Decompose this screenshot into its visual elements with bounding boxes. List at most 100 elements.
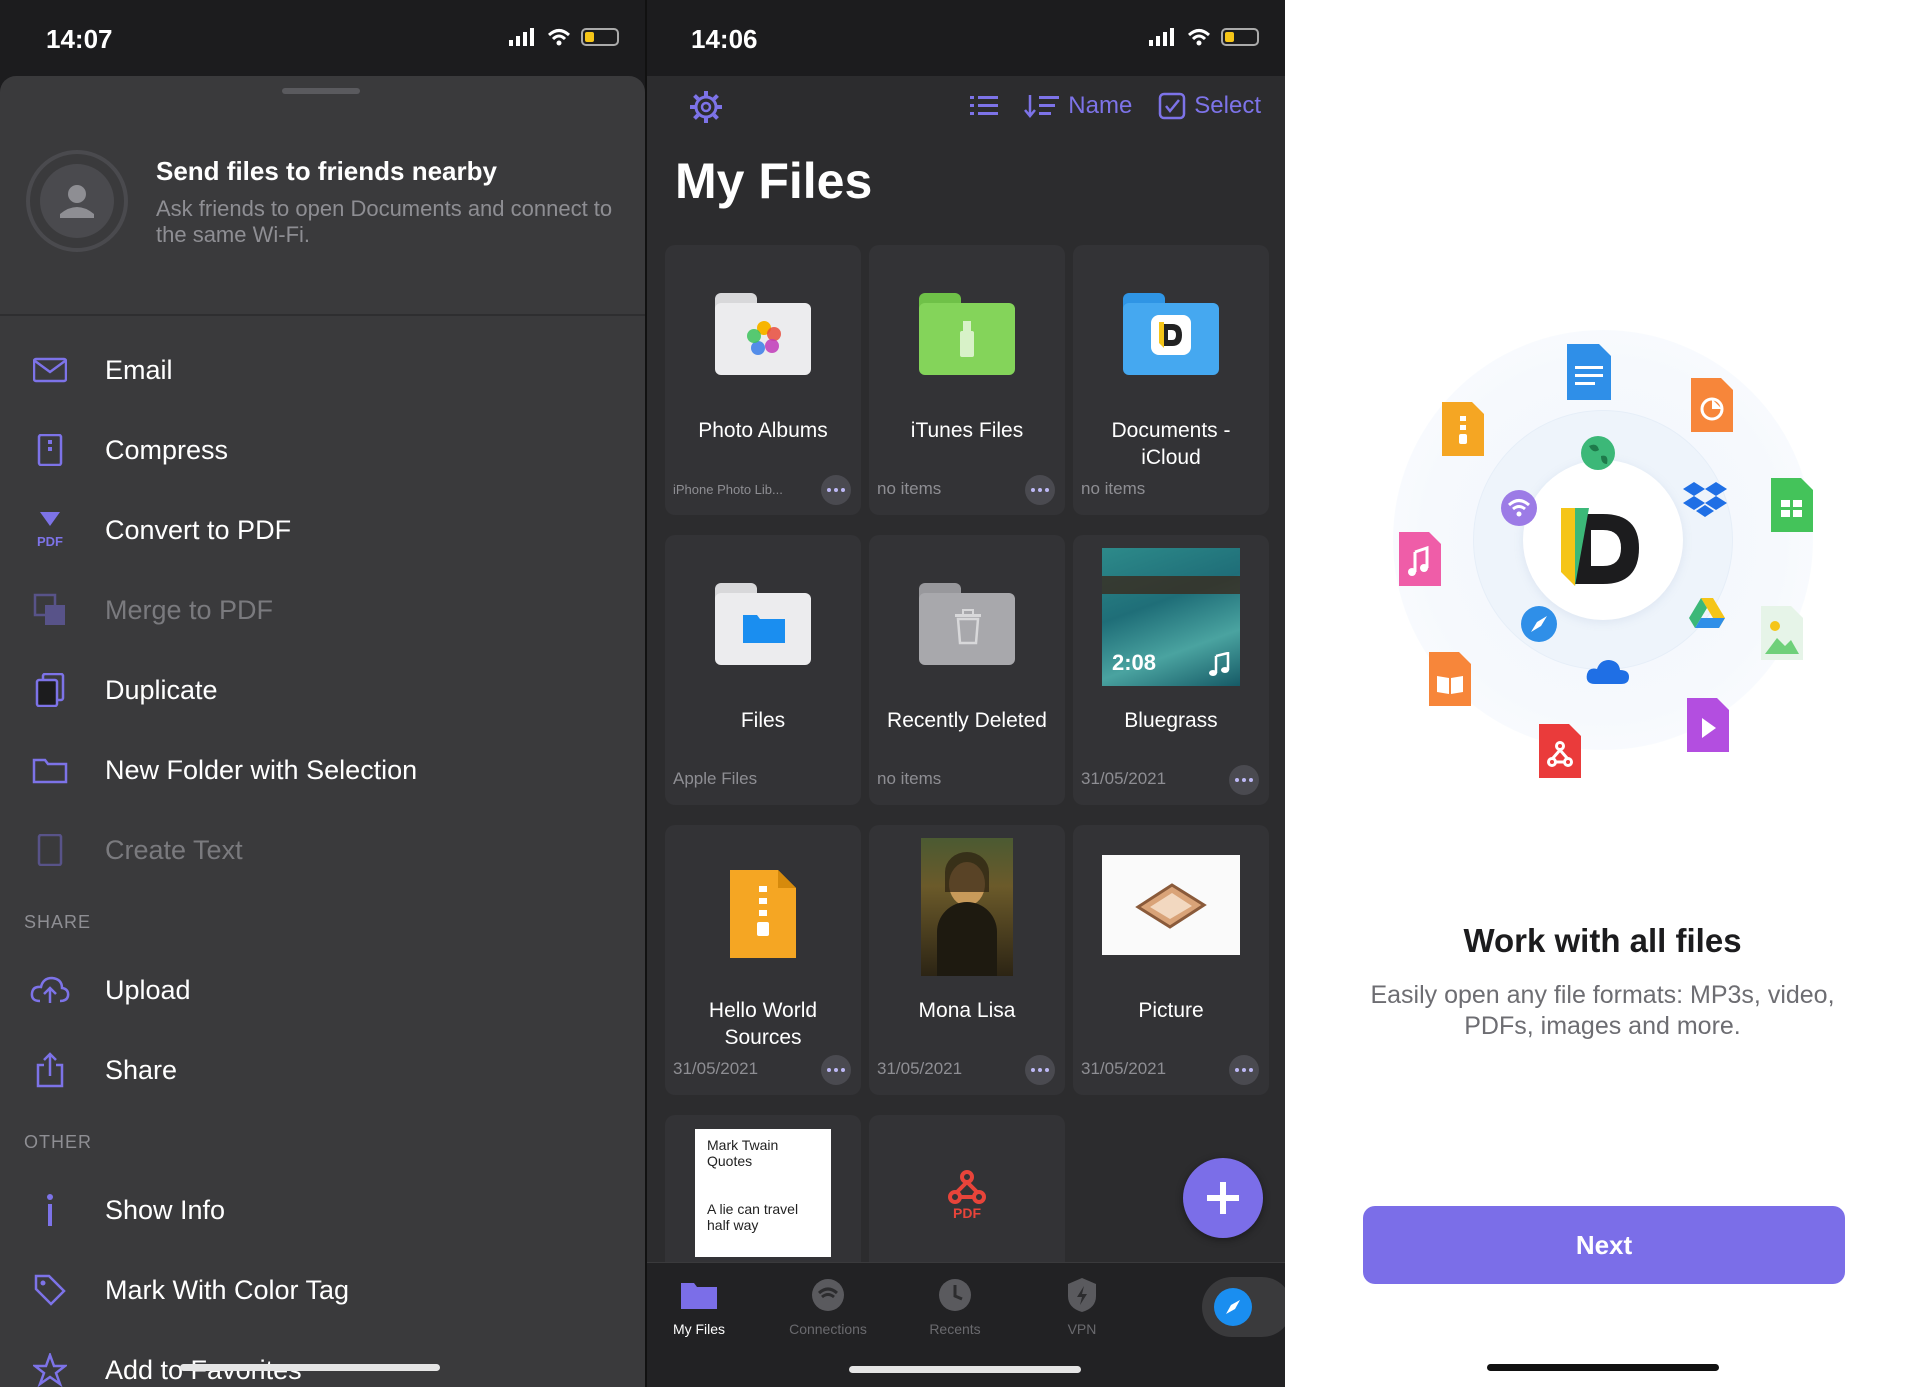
more-button[interactable] [821,1055,851,1085]
sheet-grabber[interactable] [282,88,360,94]
menu-item-favorites[interactable]: Add to Favorites [0,1330,645,1387]
next-button[interactable]: Next [1363,1206,1845,1284]
wifi-icon [547,29,571,46]
section-header-share: SHARE [24,912,92,932]
text-doc-preview: Mark Twain Quotes A lie can travel half … [695,1129,831,1257]
more-button[interactable] [821,475,851,505]
settings-gear-icon[interactable] [689,90,723,129]
icloud-folder-icon [1073,269,1269,399]
menu-item-create-text[interactable]: Create Text [0,810,645,890]
status-icons [509,28,619,46]
menu-item-merge-pdf[interactable]: Merge to PDF [0,570,645,650]
tile-meta: no items [877,479,942,498]
select-label: Select [1194,92,1261,119]
nearby-subtitle: Ask friends to open Documents and connec… [156,196,613,247]
menu-label: Convert to PDF [105,514,292,545]
list-view-button[interactable] [970,95,999,117]
menu-item-new-folder[interactable]: New Folder with Selection [0,730,645,810]
files-folder-icon [665,559,861,689]
my-files-screen: 14:06 Name Select My Files Photo Albums … [645,0,1285,1387]
tile-name: iTunes Files [910,419,1024,442]
menu-item-convert-pdf[interactable]: PDF Convert to PDF [0,490,645,570]
image-file-icon [1761,606,1803,660]
tile-picture[interactable]: Picture 31/05/2021 [1073,825,1269,1095]
upload-cloud-icon [30,970,70,1010]
compass-icon [1214,1288,1252,1326]
tile-hello-world-sources[interactable]: Hello World Sources 31/05/2021 [665,825,861,1095]
add-button[interactable] [1183,1158,1263,1238]
more-dots-icon [827,1068,845,1072]
tile-meta: 31/05/2021 [877,1059,963,1078]
more-button[interactable] [1229,765,1259,795]
folder-icon [647,1275,754,1315]
sort-label: Name [1068,92,1133,119]
tile-name: Picture [1138,999,1204,1022]
star-icon [30,1350,70,1387]
archive-icon [30,430,70,470]
documents-logo-icon [1561,508,1639,586]
bluegrass-thumbnail: 2:08 [1102,548,1240,686]
menu-label: Duplicate [105,674,218,705]
tab-connections[interactable]: Connections [773,1275,883,1337]
menu-item-duplicate[interactable]: Duplicate [0,650,645,730]
tab-my-files[interactable]: My Files [647,1275,754,1337]
tile-documents-icloud[interactable]: Documents - iCloud no items [1073,245,1269,515]
tile-name: Hello World Sources [708,999,818,1049]
pdf-badge: PDF [953,1205,981,1221]
tab-vpn[interactable]: VPN [1027,1275,1137,1337]
more-dots-icon [1031,1068,1049,1072]
wifi-share-icon [1501,490,1537,526]
menu-item-compress[interactable]: Compress [0,410,645,490]
onedrive-icon [1586,660,1629,684]
onboarding-subtitle: Easily open any file formats: MP3s, vide… [1370,981,1835,1040]
photos-folder-icon [665,269,861,399]
clock-icon [900,1275,1010,1315]
safari-compass-icon [1521,606,1557,642]
tile-files[interactable]: Files Apple Files [665,535,861,805]
spreadsheet-icon [1771,478,1813,532]
toolbar: Name Select [647,84,1285,134]
pdf-file-icon: PDF [869,1169,1065,1221]
status-time: 14:07 [46,24,113,54]
send-nearby-section[interactable]: Send files to friends nearby Ask friends… [26,136,635,316]
more-button[interactable] [1025,1055,1055,1085]
book-file-icon [1429,652,1471,706]
tab-label: Recents [929,1321,981,1337]
menu-label: Create Text [105,834,243,865]
menu-item-email[interactable]: Email [0,330,645,410]
status-bar: 14:06 [647,0,1285,76]
select-button[interactable]: Select [1158,92,1261,120]
tile-name: Mona Lisa [918,999,1016,1022]
tile-bluegrass[interactable]: 2:08 Bluegrass 31/05/2021 [1073,535,1269,805]
merge-icon [30,590,70,630]
dropbox-icon [1683,482,1727,517]
home-indicator [180,1364,440,1371]
actions-sheet-screen: 14:07 Send files to friends nearby Ask f… [0,0,645,1387]
tile-meta: 31/05/2021 [1081,769,1167,788]
text-file-icon [30,830,70,870]
file-types-illustration [1285,0,1920,900]
menu-label: Merge to PDF [105,594,274,625]
tile-photo-albums[interactable]: Photo Albums iPhone Photo Lib... [665,245,861,515]
tile-recently-deleted[interactable]: Recently Deleted no items [869,535,1065,805]
plus-icon [1207,1182,1239,1214]
tile-mona-lisa[interactable]: Mona Lisa 31/05/2021 [869,825,1065,1095]
image-thumbnail [1073,855,1269,955]
browser-button[interactable] [1202,1277,1285,1337]
sort-button[interactable]: Name [1024,92,1132,120]
menu-label: Compress [105,434,229,465]
tab-recents[interactable]: Recents [900,1275,1010,1337]
more-button[interactable] [1229,1055,1259,1085]
more-button[interactable] [1025,475,1055,505]
wifi-icon [1187,29,1211,46]
home-indicator [849,1366,1081,1373]
menu-item-color-tag[interactable]: Mark With Color Tag [0,1250,645,1330]
menu-item-share[interactable]: Share [0,1030,645,1110]
menu-item-show-info[interactable]: Show Info [0,1170,645,1250]
tab-bar: My Files Connections Recents VPN [647,1262,1285,1387]
tile-itunes-files[interactable]: iTunes Files no items [869,245,1065,515]
menu-item-upload[interactable]: Upload [0,950,645,1030]
info-icon [30,1190,70,1230]
onboarding-screen: Work with all files Easily open any file… [1285,0,1920,1387]
mail-icon [30,350,70,390]
